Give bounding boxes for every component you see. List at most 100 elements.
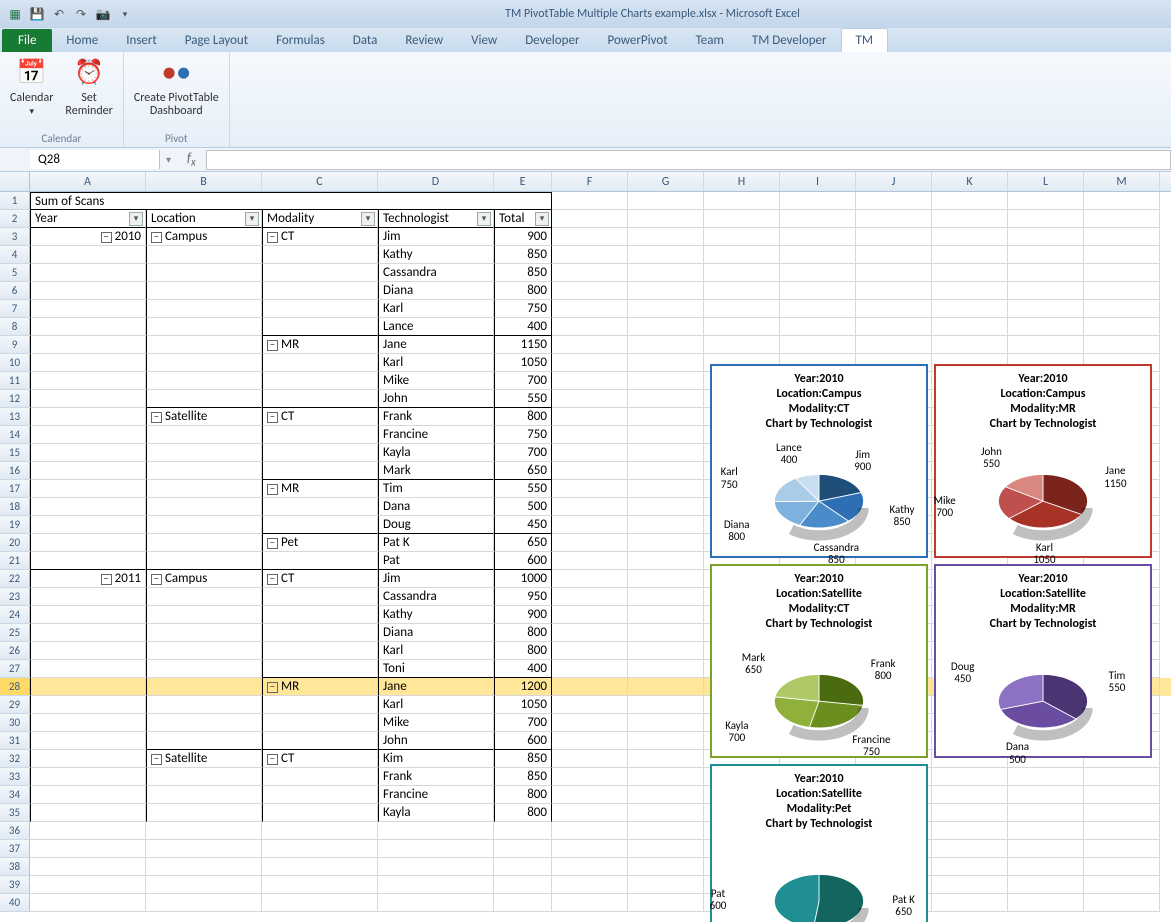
pivot-field-total[interactable]: Total▾ [494, 210, 552, 228]
total-cell[interactable]: 800 [494, 624, 552, 642]
row-header[interactable]: 15 [0, 444, 30, 462]
technologist-cell[interactable]: Dana [378, 498, 494, 516]
technologist-cell[interactable]: Karl [378, 354, 494, 372]
technologist-cell[interactable]: John [378, 390, 494, 408]
qat-customize-icon[interactable]: ▾ [116, 5, 134, 23]
tab-powerpivot[interactable]: PowerPivot [593, 29, 681, 52]
total-cell[interactable]: 750 [494, 300, 552, 318]
total-cell[interactable]: 800 [494, 786, 552, 804]
technologist-cell[interactable]: Mark [378, 462, 494, 480]
technologist-cell[interactable]: Jane [378, 678, 494, 696]
collapse-icon[interactable]: − [267, 232, 278, 243]
formula-input[interactable] [206, 150, 1171, 170]
tab-developer[interactable]: Developer [511, 29, 593, 52]
column-header-g[interactable]: G [628, 172, 704, 191]
collapse-icon[interactable]: − [267, 574, 278, 585]
row-header[interactable]: 30 [0, 714, 30, 732]
row-header[interactable]: 11 [0, 372, 30, 390]
row-header[interactable]: 16 [0, 462, 30, 480]
total-cell[interactable]: 900 [494, 606, 552, 624]
total-cell[interactable]: 800 [494, 282, 552, 300]
column-header-f[interactable]: F [552, 172, 628, 191]
technologist-cell[interactable]: Karl [378, 642, 494, 660]
total-cell[interactable]: 650 [494, 462, 552, 480]
pivot-field-location[interactable]: Location▾ [146, 210, 262, 228]
pivot-field-tech[interactable]: Technologist▾ [378, 210, 494, 228]
tab-formulas[interactable]: Formulas [262, 29, 339, 52]
technologist-cell[interactable]: Mike [378, 714, 494, 732]
row-header[interactable]: 8 [0, 318, 30, 336]
total-cell[interactable]: 850 [494, 768, 552, 786]
technologist-cell[interactable]: Kim [378, 750, 494, 768]
technologist-cell[interactable]: Karl [378, 696, 494, 714]
column-header-b[interactable]: B [146, 172, 262, 191]
row-header[interactable]: 32 [0, 750, 30, 768]
collapse-icon[interactable]: − [267, 484, 278, 495]
tab-home[interactable]: Home [52, 29, 112, 52]
column-header-k[interactable]: K [932, 172, 1008, 191]
technologist-cell[interactable]: Diana [378, 624, 494, 642]
row-header[interactable]: 29 [0, 696, 30, 714]
set-reminder-button[interactable]: ⏰ Set Reminder [65, 56, 112, 118]
row-header[interactable]: 9 [0, 336, 30, 354]
row-header[interactable]: 17 [0, 480, 30, 498]
redo-icon[interactable]: ↷ [72, 5, 90, 23]
tab-review[interactable]: Review [391, 29, 457, 52]
row-header[interactable]: 18 [0, 498, 30, 516]
collapse-icon[interactable]: − [267, 754, 278, 765]
total-cell[interactable]: 950 [494, 588, 552, 606]
row-header[interactable]: 2 [0, 210, 30, 228]
row-header[interactable]: 23 [0, 588, 30, 606]
total-cell[interactable]: 850 [494, 750, 552, 768]
collapse-icon[interactable]: − [151, 754, 162, 765]
row-header[interactable]: 21 [0, 552, 30, 570]
column-header-c[interactable]: C [262, 172, 378, 191]
fx-icon[interactable]: fx [177, 151, 206, 169]
technologist-cell[interactable]: Mike [378, 372, 494, 390]
row-header[interactable]: 20 [0, 534, 30, 552]
total-cell[interactable]: 1200 [494, 678, 552, 696]
total-cell[interactable]: 700 [494, 714, 552, 732]
row-header[interactable]: 39 [0, 876, 30, 894]
select-all-corner[interactable] [0, 172, 30, 191]
collapse-icon[interactable]: − [101, 232, 112, 243]
column-header-m[interactable]: M [1084, 172, 1160, 191]
pivot-field-year[interactable]: Year▾ [30, 210, 146, 228]
collapse-icon[interactable]: − [267, 538, 278, 549]
row-header[interactable]: 38 [0, 858, 30, 876]
row-header[interactable]: 27 [0, 660, 30, 678]
technologist-cell[interactable]: Diana [378, 282, 494, 300]
filter-dropdown-icon[interactable]: ▾ [245, 212, 259, 226]
filter-dropdown-icon[interactable]: ▾ [477, 212, 491, 226]
collapse-icon[interactable]: − [151, 574, 162, 585]
technologist-cell[interactable]: Tim [378, 480, 494, 498]
total-cell[interactable]: 600 [494, 732, 552, 750]
total-cell[interactable]: 700 [494, 372, 552, 390]
calendar-button[interactable]: 📅 Calendar▾ [10, 56, 53, 118]
collapse-icon[interactable]: − [267, 682, 278, 693]
technologist-cell[interactable]: Kayla [378, 804, 494, 822]
tab-page-layout[interactable]: Page Layout [171, 29, 262, 52]
pivot-title[interactable]: Sum of Scans [30, 192, 552, 210]
total-cell[interactable]: 1000 [494, 570, 552, 588]
column-header-e[interactable]: E [494, 172, 552, 191]
row-header[interactable]: 26 [0, 642, 30, 660]
row-header[interactable]: 13 [0, 408, 30, 426]
total-cell[interactable]: 700 [494, 444, 552, 462]
collapse-icon[interactable]: − [101, 574, 112, 585]
collapse-icon[interactable]: − [267, 340, 278, 351]
technologist-cell[interactable]: Karl [378, 300, 494, 318]
pivot-chart[interactable]: Year:2010Location:SatelliteModality:PetC… [710, 764, 928, 922]
total-cell[interactable]: 850 [494, 246, 552, 264]
row-header[interactable]: 24 [0, 606, 30, 624]
tab-team[interactable]: Team [682, 29, 738, 52]
column-header-a[interactable]: A [30, 172, 146, 191]
total-cell[interactable]: 500 [494, 498, 552, 516]
save-icon[interactable]: 💾 [28, 5, 46, 23]
row-header[interactable]: 25 [0, 624, 30, 642]
tab-view[interactable]: View [457, 29, 511, 52]
row-header[interactable]: 22 [0, 570, 30, 588]
pivot-field-modality[interactable]: Modality▾ [262, 210, 378, 228]
row-header[interactable]: 1 [0, 192, 30, 210]
total-cell[interactable]: 900 [494, 228, 552, 246]
